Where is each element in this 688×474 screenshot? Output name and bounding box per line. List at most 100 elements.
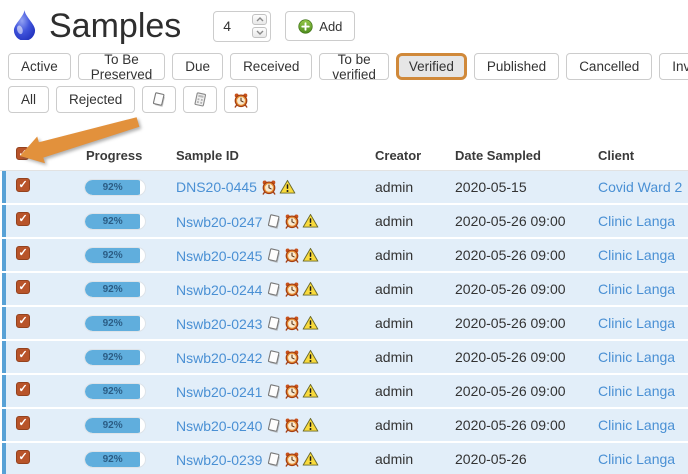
row-creator-cell: admin bbox=[368, 383, 448, 399]
col-header-date-sampled[interactable]: Date Sampled bbox=[448, 148, 580, 163]
row-client-cell: Clinic Langa bbox=[580, 213, 688, 229]
sample-id-link[interactable]: Nswb20-0242 bbox=[176, 350, 262, 366]
row-checkbox[interactable] bbox=[16, 178, 30, 192]
alarm-clock-icon bbox=[284, 247, 300, 264]
warning-icon bbox=[302, 417, 319, 434]
sample-id-link[interactable]: DNS20-0445 bbox=[176, 179, 257, 195]
row-client-cell: Covid Ward 2 bbox=[580, 179, 688, 195]
row-checkbox[interactable] bbox=[16, 314, 30, 328]
client-link[interactable]: Clinic Langa bbox=[598, 383, 675, 399]
filter-button-verified[interactable]: Verified bbox=[396, 53, 467, 80]
client-link[interactable]: Covid Ward 2 bbox=[598, 179, 682, 195]
row-client-cell: Clinic Langa bbox=[580, 417, 688, 433]
copy-filter-button[interactable] bbox=[142, 86, 176, 113]
client-link[interactable]: Clinic Langa bbox=[598, 451, 675, 467]
client-link[interactable]: Clinic Langa bbox=[598, 281, 675, 297]
row-creator-cell: admin bbox=[368, 247, 448, 263]
progress-bar: 92% bbox=[84, 213, 146, 230]
table-row: 92% Nswb20-0240 admin 2020-05-26 09:00 C… bbox=[2, 409, 688, 441]
sample-id-link[interactable]: Nswb20-0245 bbox=[176, 248, 262, 264]
sample-status-icons bbox=[266, 383, 319, 400]
row-checkbox[interactable] bbox=[16, 348, 30, 362]
row-creator-cell: admin bbox=[368, 417, 448, 433]
sample-id-link[interactable]: Nswb20-0247 bbox=[176, 214, 262, 230]
filter-button-due[interactable]: Due bbox=[172, 53, 223, 80]
row-sample-cell: Nswb20-0244 bbox=[168, 281, 368, 298]
copy-icon bbox=[266, 451, 282, 468]
col-header-client[interactable]: Client bbox=[580, 148, 688, 163]
client-link[interactable]: Clinic Langa bbox=[598, 247, 675, 263]
calculator-icon bbox=[192, 91, 208, 108]
row-date-sampled-cell: 2020-05-26 bbox=[448, 451, 580, 467]
batch-size-value[interactable]: 4 bbox=[223, 18, 252, 34]
col-header-sample-id[interactable]: Sample ID bbox=[168, 148, 368, 163]
select-all-checkbox[interactable] bbox=[16, 147, 29, 160]
add-button[interactable]: Add bbox=[285, 11, 355, 41]
col-header-progress[interactable]: Progress bbox=[78, 148, 168, 163]
sample-id-link[interactable]: Nswb20-0243 bbox=[176, 316, 262, 332]
filter-button-published[interactable]: Published bbox=[474, 53, 559, 80]
client-link[interactable]: Clinic Langa bbox=[598, 417, 675, 433]
samples-page: Samples 4 bbox=[0, 0, 688, 474]
row-checkbox[interactable] bbox=[16, 450, 30, 464]
row-creator-cell: admin bbox=[368, 315, 448, 331]
row-checkbox[interactable] bbox=[16, 212, 30, 226]
row-checkbox[interactable] bbox=[16, 280, 30, 294]
client-link[interactable]: Clinic Langa bbox=[598, 349, 675, 365]
add-button-label: Add bbox=[319, 19, 342, 34]
row-progress-cell: 92% bbox=[78, 213, 168, 230]
spin-up-button[interactable] bbox=[252, 14, 267, 25]
page-title: Samples bbox=[49, 9, 181, 43]
row-checkbox[interactable] bbox=[16, 382, 30, 396]
sample-id-link[interactable]: Nswb20-0241 bbox=[176, 384, 262, 400]
sample-id-link[interactable]: Nswb20-0240 bbox=[176, 418, 262, 434]
filter-button-to-be-preserved[interactable]: To Be Preserved bbox=[78, 53, 166, 80]
sample-status-icons bbox=[266, 213, 319, 230]
copy-icon bbox=[266, 281, 282, 298]
filter-button-cancelled[interactable]: Cancelled bbox=[566, 53, 652, 80]
row-select-cell bbox=[2, 450, 78, 469]
sample-status-icons bbox=[266, 349, 319, 366]
client-link[interactable]: Clinic Langa bbox=[598, 315, 675, 331]
alarm-clock-icon bbox=[284, 383, 300, 400]
filter-button-all[interactable]: All bbox=[8, 86, 49, 113]
row-progress-cell: 92% bbox=[78, 315, 168, 332]
row-select-cell bbox=[2, 178, 78, 197]
table-row: 92% Nswb20-0241 admin 2020-05-26 09:00 C… bbox=[2, 375, 688, 407]
filter-button-rejected[interactable]: Rejected bbox=[56, 86, 135, 113]
row-sample-cell: Nswb20-0241 bbox=[168, 383, 368, 400]
row-client-cell: Clinic Langa bbox=[580, 247, 688, 263]
sample-status-icons bbox=[266, 315, 319, 332]
alarm-clock-icon bbox=[284, 349, 300, 366]
spin-down-button[interactable] bbox=[252, 27, 267, 38]
row-sample-cell: DNS20-0445 bbox=[168, 179, 368, 195]
alarm-clock-icon bbox=[284, 451, 300, 468]
progress-value: 92% bbox=[103, 250, 123, 261]
filter-button-received[interactable]: Received bbox=[230, 53, 312, 80]
add-plus-icon bbox=[298, 19, 313, 34]
row-checkbox[interactable] bbox=[16, 416, 30, 430]
row-progress-cell: 92% bbox=[78, 451, 168, 468]
filter-button-to-be-verified[interactable]: To be verified bbox=[319, 53, 389, 80]
col-header-creator[interactable]: Creator bbox=[368, 148, 448, 163]
row-checkbox[interactable] bbox=[16, 246, 30, 260]
row-date-sampled-cell: 2020-05-26 09:00 bbox=[448, 281, 580, 297]
batch-size-input[interactable]: 4 bbox=[213, 11, 271, 42]
spinner-controls bbox=[252, 14, 267, 38]
copy-icon bbox=[266, 213, 282, 230]
copy-icon bbox=[266, 349, 282, 366]
row-date-sampled-cell: 2020-05-26 09:00 bbox=[448, 315, 580, 331]
progress-bar: 92% bbox=[84, 417, 146, 434]
row-sample-cell: Nswb20-0245 bbox=[168, 247, 368, 264]
calculator-filter-button[interactable] bbox=[183, 86, 217, 113]
samples-table: Progress Sample ID Creator Date Sampled … bbox=[0, 141, 688, 474]
sample-id-link[interactable]: Nswb20-0244 bbox=[176, 282, 262, 298]
row-client-cell: Clinic Langa bbox=[580, 383, 688, 399]
client-link[interactable]: Clinic Langa bbox=[598, 213, 675, 229]
progress-bar: 92% bbox=[84, 349, 146, 366]
row-select-cell bbox=[2, 246, 78, 265]
alarm-clock-filter-button[interactable] bbox=[224, 86, 258, 113]
sample-id-link[interactable]: Nswb20-0239 bbox=[176, 452, 262, 468]
filter-button-invalid[interactable]: Invalid bbox=[659, 53, 688, 80]
filter-button-active[interactable]: Active bbox=[8, 53, 71, 80]
